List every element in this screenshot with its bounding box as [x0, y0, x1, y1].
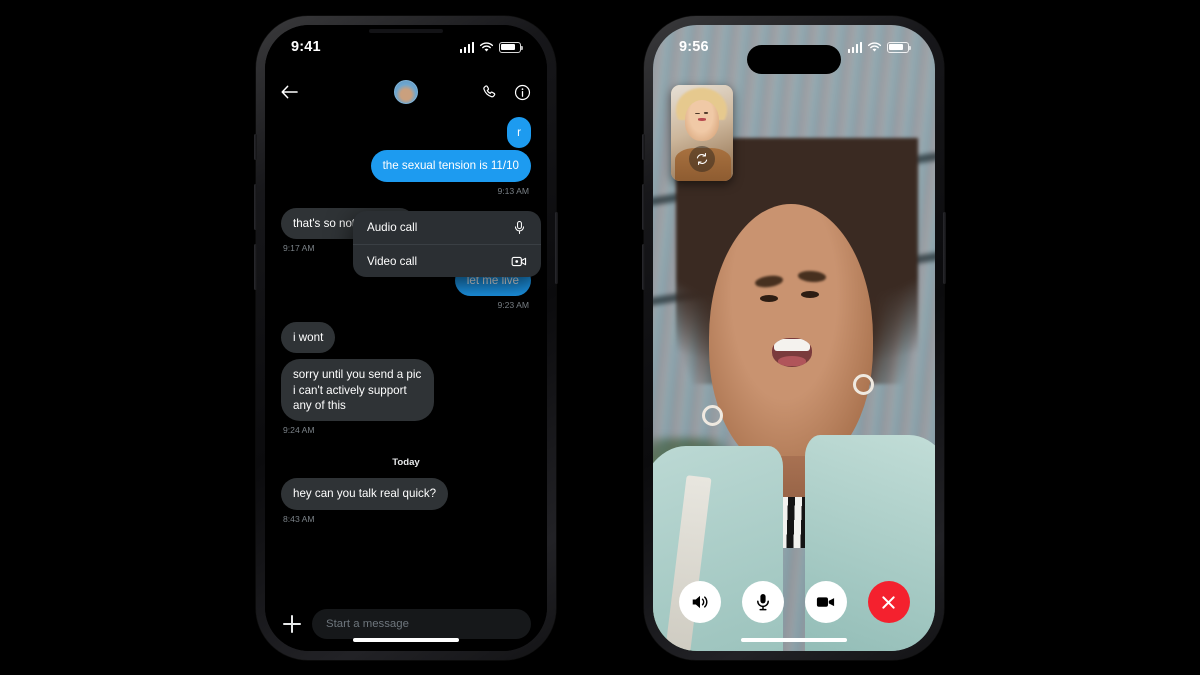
- power-button[interactable]: [943, 212, 946, 284]
- subject-eyebrow: [797, 270, 826, 283]
- subject-eye: [800, 291, 819, 299]
- battery-icon: [887, 41, 912, 53]
- conversation-header: [265, 69, 547, 115]
- contact-avatar[interactable]: [394, 80, 418, 104]
- volume-up-button[interactable]: [642, 184, 645, 230]
- close-x-icon: [882, 595, 895, 609]
- back-arrow-icon[interactable]: [281, 85, 298, 99]
- volume-down-button[interactable]: [254, 244, 257, 290]
- header-actions: [481, 84, 531, 101]
- volume-up-button[interactable]: [254, 184, 257, 230]
- self-mouth: [697, 118, 707, 121]
- menu-item-video-call[interactable]: Video call: [353, 244, 541, 277]
- message-row: hey can you talk real quick? 8:43 AM: [281, 478, 531, 533]
- subject-tongue: [778, 356, 806, 367]
- self-eye: [703, 112, 708, 114]
- wifi-icon: [867, 41, 882, 52]
- message-timestamp: 9:24 AM: [283, 425, 315, 436]
- status-time: 9:41: [291, 39, 321, 55]
- plus-icon[interactable]: [283, 615, 301, 633]
- microphone-icon: [514, 220, 525, 235]
- message-timestamp: 9:17 AM: [283, 242, 315, 253]
- speaker-button[interactable]: [678, 581, 721, 623]
- video-camera-icon: [816, 597, 835, 607]
- message-bubble: hey can you talk real quick?: [281, 478, 449, 510]
- message-bubble: r: [507, 117, 531, 149]
- silent-switch[interactable]: [254, 134, 257, 160]
- wifi-icon: [479, 41, 494, 52]
- microphone-icon: [756, 594, 769, 611]
- video-call-view: 9:56: [653, 25, 935, 651]
- day-divider: Today: [392, 457, 420, 469]
- self-face: [684, 100, 720, 141]
- battery-icon: [499, 41, 524, 53]
- volume-down-button[interactable]: [642, 244, 645, 290]
- subject-teeth: [773, 339, 810, 352]
- subject-mouth: [771, 337, 813, 368]
- screenshot-stage: 9:41 r the sexual tension is 11/10 9:13 …: [0, 0, 1200, 675]
- video-button[interactable]: [804, 581, 847, 623]
- home-indicator[interactable]: [741, 637, 847, 642]
- menu-item-label: Video call: [367, 254, 418, 268]
- message-bubble: i wont: [281, 322, 336, 354]
- phone-call-icon[interactable]: [481, 84, 498, 101]
- message-row-occluded: r: [281, 117, 531, 149]
- message-bubble: the sexual tension is 11/10: [370, 150, 531, 182]
- menu-item-audio-call[interactable]: Audio call: [353, 211, 541, 244]
- message-timestamp: 8:43 AM: [283, 513, 315, 524]
- end-call-button[interactable]: [867, 581, 910, 623]
- message-bubble: sorry until you send a pic i can't activ…: [281, 359, 434, 422]
- self-eye: [695, 112, 700, 115]
- message-input[interactable]: Start a message: [312, 609, 531, 639]
- phone-left-screen: 9:41 r the sexual tension is 11/10 9:13 …: [265, 25, 547, 651]
- microphone-button[interactable]: [741, 581, 784, 623]
- camera-flip-icon: [696, 152, 708, 166]
- menu-item-label: Audio call: [367, 221, 418, 234]
- subject-eye: [760, 295, 779, 303]
- message-row: the sexual tension is 11/10 9:13 AM: [281, 150, 531, 205]
- power-button[interactable]: [555, 212, 558, 284]
- phone-right-device: 9:56: [642, 16, 946, 660]
- camera-flip-button[interactable]: [689, 146, 715, 172]
- message-composer: Start a message: [265, 597, 547, 651]
- call-controls: [653, 581, 935, 623]
- message-timestamp: 9:23 AM: [497, 300, 529, 311]
- home-indicator[interactable]: [353, 637, 459, 642]
- status-icons: [847, 41, 912, 53]
- speaker-icon: [692, 595, 707, 609]
- earpiece-speaker: [369, 29, 443, 33]
- subject-earring: [702, 404, 724, 426]
- phone-left-device: 9:41 r the sexual tension is 11/10 9:13 …: [254, 16, 558, 660]
- message-row: sorry until you send a pic i can't activ…: [281, 359, 531, 445]
- message-list[interactable]: r the sexual tension is 11/10 9:13 AM th…: [265, 115, 547, 597]
- cellular-signal-icon: [459, 41, 474, 53]
- status-icons: [459, 41, 524, 53]
- info-circle-icon[interactable]: [514, 84, 531, 101]
- video-camera-icon: [511, 256, 527, 266]
- subject-eyebrow: [754, 274, 784, 290]
- dynamic-island: [747, 45, 841, 74]
- subject-earring: [853, 373, 875, 395]
- self-view-preview[interactable]: [671, 85, 733, 181]
- messaging-conversation: r the sexual tension is 11/10 9:13 AM th…: [265, 25, 547, 651]
- status-time: 9:56: [679, 39, 709, 55]
- message-row: i wont: [281, 322, 531, 354]
- phone-right-screen: 9:56: [653, 25, 935, 651]
- remote-caller-subject: [653, 137, 935, 651]
- subject-face: [709, 204, 873, 472]
- silent-switch[interactable]: [642, 134, 645, 160]
- cellular-signal-icon: [847, 41, 862, 53]
- call-options-menu[interactable]: Audio call Video call: [353, 211, 541, 277]
- message-timestamp: 9:13 AM: [497, 185, 529, 196]
